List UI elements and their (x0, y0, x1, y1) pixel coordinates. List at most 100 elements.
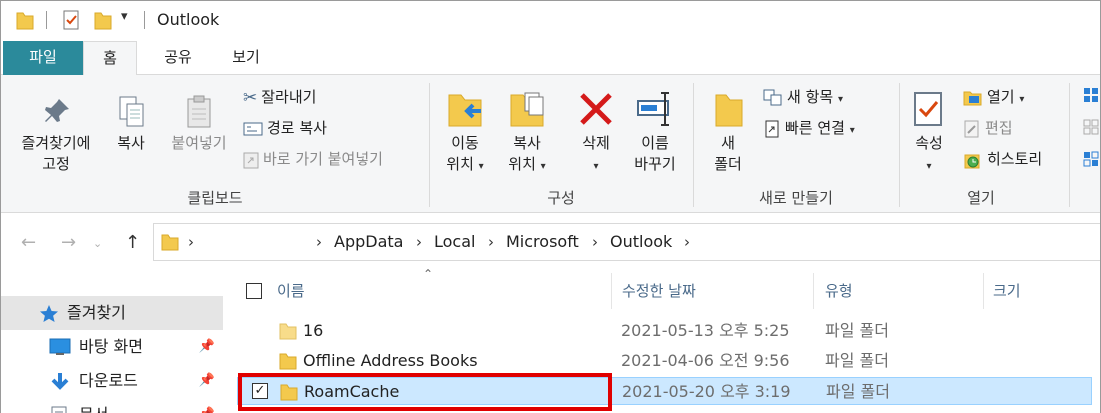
breadcrumb-arrow-icon[interactable]: › (684, 233, 690, 251)
edit-icon (964, 120, 979, 137)
list-item[interactable]: 16 2021-05-13 오후 5:25 파일 폴더 (237, 317, 1092, 345)
copy-to-icon (510, 92, 544, 127)
properties-icon (914, 92, 942, 126)
breadcrumb-arrow-icon[interactable]: › (188, 233, 194, 251)
chevron-down-icon: ▾ (926, 161, 932, 172)
folder-icon (16, 12, 34, 30)
back-arrow-icon[interactable]: ← (21, 232, 36, 253)
pin-label-2: 고정 (42, 155, 70, 173)
tab-home[interactable]: 홈 (83, 41, 137, 76)
column-header-modified[interactable]: 수정한 날짜 (622, 271, 696, 311)
column-header-name[interactable]: 이름 (277, 271, 305, 311)
breadcrumb-arrow-icon[interactable]: › (316, 233, 322, 251)
rename-button[interactable]: 이름 바꾸기 (625, 89, 685, 175)
nav-item-quick-access[interactable]: 즐겨찾기 (1, 296, 223, 330)
nav-label: 다운로드 (79, 371, 138, 390)
file-modified: 2021-05-20 오후 3:19 (622, 382, 791, 401)
cut-label: 잘라내기 (261, 88, 317, 106)
column-divider[interactable] (813, 273, 814, 309)
file-name: Offline Address Books (303, 351, 478, 370)
select-none-icon[interactable] (1083, 119, 1099, 135)
pin-to-quick-access-button[interactable]: 즐겨찾기에 고정 (11, 95, 101, 175)
new-folder-label-1: 새 (721, 134, 735, 152)
edit-label: 편집 (985, 119, 1013, 137)
customize-quick-access-icon[interactable]: ▾ (121, 9, 128, 24)
paste-label: 붙여넣기 (171, 134, 227, 152)
file-name: 16 (303, 321, 324, 340)
invert-selection-icon[interactable] (1083, 151, 1099, 167)
list-item[interactable]: Offline Address Books 2021-04-06 오전 9:56… (237, 347, 1092, 375)
new-item-button[interactable]: 새 항목 ▾ (763, 85, 843, 109)
breadcrumb-microsoft[interactable]: Microsoft (506, 232, 579, 251)
tab-file[interactable]: 파일 (3, 41, 83, 75)
ribbon-tabs: 파일 홈 공유 보기 (1, 41, 1100, 76)
easy-access-button[interactable]: 빠른 연결 ▾ (763, 116, 855, 140)
breadcrumb-appdata[interactable]: AppData (334, 232, 403, 251)
tab-view[interactable]: 보기 (219, 41, 273, 75)
paste-button[interactable]: 붙여넣기 (161, 95, 237, 154)
group-label-organize: 구성 (547, 189, 575, 207)
open-button[interactable]: 열기 ▾ (963, 85, 1024, 109)
rename-icon (637, 92, 669, 126)
open-icon (963, 91, 982, 105)
column-header-type[interactable]: 유형 (825, 271, 853, 311)
move-to-icon (448, 94, 482, 127)
properties-button[interactable]: 속성 ▾ (903, 89, 955, 177)
copyto-label-2: 위치 (508, 155, 536, 173)
copy-path-icon (243, 122, 263, 135)
copy-path-button[interactable]: 경로 복사 (243, 116, 327, 140)
copy-button[interactable]: 복사 (105, 95, 157, 154)
column-header-size[interactable]: 크기 (993, 271, 1021, 311)
group-label-clipboard: 클립보드 (187, 189, 243, 207)
address-bar[interactable]: › › AppData › Local › Microsoft › Outloo… (153, 223, 1100, 261)
move-to-button[interactable]: 이동 위치 ▾ (437, 89, 493, 177)
column-divider[interactable] (611, 273, 612, 309)
pin-icon[interactable]: 📌 (199, 330, 215, 364)
new-folder-quick-icon[interactable] (93, 9, 113, 31)
up-arrow-icon[interactable]: ↑ (125, 232, 140, 253)
copy-to-button[interactable]: 복사 위치 ▾ (499, 89, 555, 177)
separator (46, 11, 47, 29)
group-label-open: 열기 (967, 189, 995, 207)
breadcrumb-local[interactable]: Local (434, 232, 475, 251)
scissors-icon: ✂ (243, 87, 258, 108)
folder-icon (279, 353, 297, 370)
select-all-icon[interactable] (1083, 87, 1099, 103)
nav-label: 즐겨찾기 (67, 303, 126, 322)
history-button[interactable]: 히스토리 (963, 147, 1042, 171)
new-folder-icon (715, 94, 743, 127)
file-modified: 2021-04-06 오전 9:56 (621, 351, 790, 370)
select-all-checkbox[interactable] (246, 283, 262, 299)
title-bar: ▾ Outlook (1, 1, 1100, 41)
group-label-new: 새로 만들기 (759, 189, 833, 207)
paste-shortcut-icon (243, 152, 259, 168)
chevron-down-icon: ▾ (540, 161, 546, 172)
breadcrumb-arrow-icon[interactable]: › (488, 233, 494, 251)
forward-arrow-icon[interactable]: → (61, 232, 76, 253)
easy-access-icon (765, 120, 779, 137)
navigation-pane: 즐겨찾기 바탕 화면 📌 다운로드 📌 문서 📌 (1, 271, 227, 413)
column-divider[interactable] (983, 273, 984, 309)
edit-button[interactable]: 편집 (963, 116, 1013, 140)
properties-quick-icon[interactable] (61, 9, 81, 31)
breadcrumb-arrow-icon[interactable]: › (416, 233, 422, 251)
pin-icon[interactable]: 📌 (199, 364, 215, 398)
folder-icon (161, 234, 179, 251)
copy-label: 복사 (117, 134, 145, 152)
copy-icon (119, 96, 144, 127)
new-folder-button[interactable]: 새 폴더 (705, 89, 751, 175)
nav-item-documents[interactable]: 문서 📌 (1, 398, 223, 413)
pin-icon[interactable]: 📌 (199, 398, 215, 413)
nav-item-downloads[interactable]: 다운로드 📌 (1, 364, 223, 398)
recent-locations-icon[interactable]: ⌄ (93, 237, 102, 250)
delete-button[interactable]: 삭제 ▾ (571, 89, 621, 177)
tab-share[interactable]: 공유 (151, 41, 205, 75)
cut-button[interactable]: ✂ 잘라내기 (243, 85, 316, 109)
paste-shortcut-button[interactable]: 바로 가기 붙여넣기 (243, 147, 383, 171)
easy-access-label: 빠른 연결 (785, 119, 845, 137)
star-icon (40, 305, 58, 322)
nav-item-desktop[interactable]: 바탕 화면 📌 (1, 330, 223, 364)
explorer-window: ▾ Outlook 파일 홈 공유 보기 즐겨찾기에 고정 복사 붙여넣기 ✂ 잘… (0, 0, 1101, 413)
breadcrumb-outlook[interactable]: Outlook (610, 232, 672, 251)
breadcrumb-arrow-icon[interactable]: › (592, 233, 598, 251)
